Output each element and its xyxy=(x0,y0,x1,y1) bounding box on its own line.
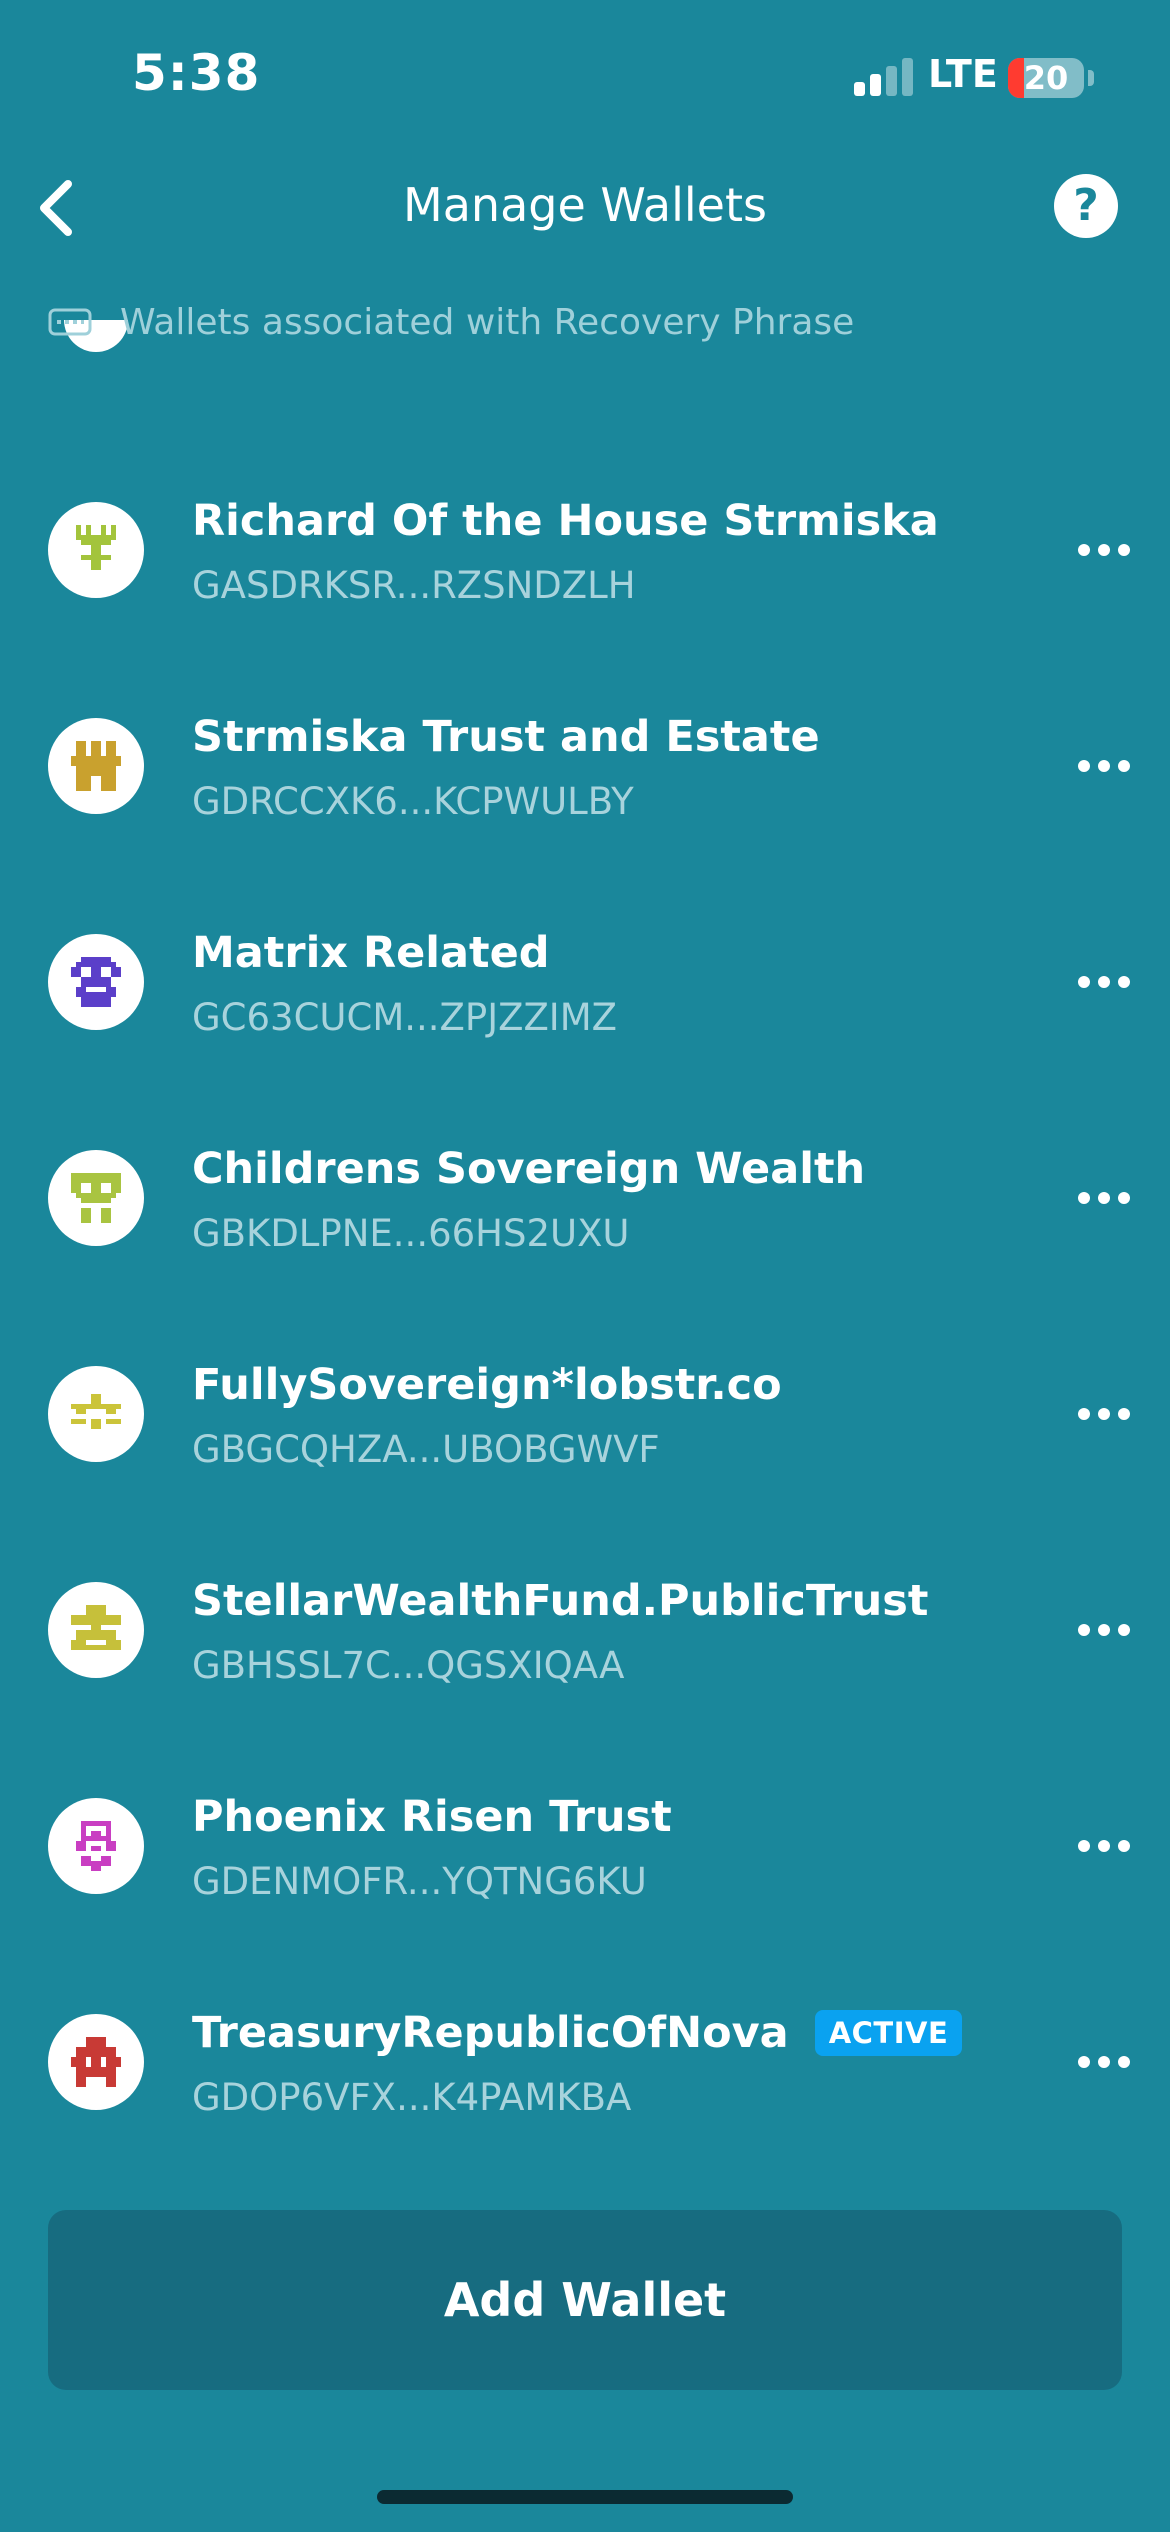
status-time: 5:38 xyxy=(132,44,261,102)
wallet-row[interactable]: Matrix Related GC63CUCM...ZPJZZIMZ xyxy=(0,874,1170,1090)
wallet-avatar xyxy=(48,1798,144,1894)
wallet-name: TreasuryRepublicOfNova xyxy=(192,2008,789,2058)
wallet-name: StellarWealthFund.PublicTrust xyxy=(192,1576,929,1626)
keyboard-icon xyxy=(48,296,92,348)
wallet-name: Strmiska Trust and Estate xyxy=(192,712,820,762)
more-options-button[interactable] xyxy=(1064,748,1144,784)
wallet-row[interactable]: Richard Of the House Strmiska GASDRKSR..… xyxy=(0,442,1170,658)
more-dots-icon xyxy=(1078,976,1090,988)
wallet-row[interactable]: FullySovereign*lobstr.co GBGCQHZA...UBOB… xyxy=(0,1306,1170,1522)
wallet-avatar xyxy=(48,502,144,598)
identicon-icon xyxy=(71,741,121,791)
wallet-name: Richard Of the House Strmiska xyxy=(192,496,939,546)
section-label: Wallets associated with Recovery Phrase xyxy=(120,301,855,343)
wallet-address: GBGCQHZA...UBOBGWVF xyxy=(192,1428,660,1471)
page-title: Manage Wallets xyxy=(403,178,767,232)
active-badge: ACTIVE xyxy=(814,2010,963,2056)
identicon-icon xyxy=(76,525,116,570)
more-options-button[interactable] xyxy=(1064,964,1144,1000)
section-header: Wallets associated with Recovery Phrase xyxy=(48,296,854,348)
identicon-icon xyxy=(71,1605,121,1650)
more-dots-icon xyxy=(1078,760,1090,772)
wallet-avatar xyxy=(48,934,144,1030)
identicon-icon xyxy=(71,957,121,1007)
wallet-row-active[interactable]: TreasuryRepublicOfNova ACTIVE GDOP6VFX..… xyxy=(0,1954,1170,2170)
more-options-button[interactable] xyxy=(1064,1828,1144,1864)
wallet-avatar xyxy=(48,718,144,814)
more-dots-icon xyxy=(1078,1624,1090,1636)
more-dots-icon xyxy=(1078,544,1090,556)
wallet-address: GC63CUCM...ZPJZZIMZ xyxy=(192,996,617,1039)
wallet-row[interactable]: Childrens Sovereign Wealth GBKDLPNE...66… xyxy=(0,1090,1170,1306)
wallet-address: GDOP6VFX...K4PAMKBA xyxy=(192,2076,632,2119)
home-indicator[interactable] xyxy=(377,2490,793,2504)
identicon-icon xyxy=(76,1821,116,1871)
more-options-button[interactable] xyxy=(1064,1396,1144,1432)
wallet-address: GDENMOFR...YQTNG6KU xyxy=(192,1860,647,1903)
more-dots-icon xyxy=(1078,2056,1090,2068)
wallet-row[interactable]: StellarWealthFund.PublicTrust GBHSSL7C..… xyxy=(0,1522,1170,1738)
wallet-avatar xyxy=(48,1366,144,1462)
wallet-name: Matrix Related xyxy=(192,928,550,978)
wallet-row[interactable]: Phoenix Risen Trust GDENMOFR...YQTNG6KU xyxy=(0,1738,1170,1954)
status-bar: 5:38 LTE 20 xyxy=(0,0,1170,150)
more-options-button[interactable] xyxy=(1064,1612,1144,1648)
more-options-button[interactable] xyxy=(1064,532,1144,568)
wallet-name: FullySovereign*lobstr.co xyxy=(192,1360,782,1410)
wallet-address: GASDRKSR...RZSNDZLH xyxy=(192,564,636,607)
wallet-name: Childrens Sovereign Wealth xyxy=(192,1144,866,1194)
battery-cap xyxy=(1088,70,1094,86)
add-wallet-button[interactable]: Add Wallet xyxy=(48,2210,1122,2390)
battery-icon: 20 xyxy=(1008,58,1084,98)
battery-level: 20 xyxy=(1023,59,1069,97)
wallet-avatar xyxy=(48,1582,144,1678)
network-type: LTE xyxy=(928,52,998,96)
help-button[interactable]: ? xyxy=(1054,174,1118,238)
question-icon: ? xyxy=(1073,180,1099,231)
more-dots-icon xyxy=(1078,1192,1090,1204)
more-dots-icon xyxy=(1078,1408,1090,1420)
wallet-name: Phoenix Risen Trust xyxy=(192,1792,672,1842)
wallet-address: GDRCCXK6...KCPWULBY xyxy=(192,780,634,823)
wallet-avatar xyxy=(48,2014,144,2110)
more-options-button[interactable] xyxy=(1064,1180,1144,1216)
more-dots-icon xyxy=(1078,1840,1090,1852)
identicon-icon xyxy=(71,2037,121,2087)
identicon-icon xyxy=(71,1394,121,1429)
identicon-icon xyxy=(71,1173,121,1223)
wallet-row[interactable]: Strmiska Trust and Estate GDRCCXK6...KCP… xyxy=(0,658,1170,874)
wallet-avatar xyxy=(48,1150,144,1246)
wallet-address: GBKDLPNE...66HS2UXU xyxy=(192,1212,630,1255)
more-options-button[interactable] xyxy=(1064,2044,1144,2080)
cellular-signal-icon xyxy=(854,58,914,96)
wallet-address: GBHSSL7C...QGSXIQAA xyxy=(192,1644,625,1687)
